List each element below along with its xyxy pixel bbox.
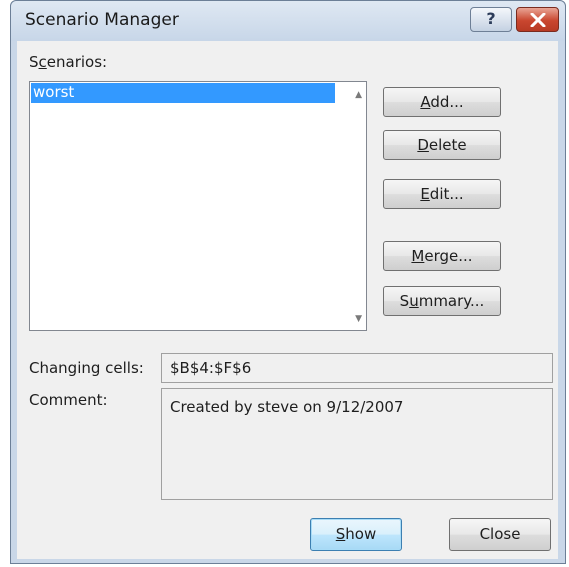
comment-label: Comment:: [29, 391, 108, 409]
scenarios-listbox[interactable]: worst ▲ ▼: [29, 81, 367, 331]
help-button[interactable]: ?: [470, 7, 512, 32]
question-mark-icon: ?: [486, 9, 496, 28]
scenario-manager-dialog: Scenario Manager ? Scenarios: worst ▲ ▼ …: [10, 0, 566, 564]
scenarios-label: Scenarios:: [29, 53, 108, 71]
changing-cells-label: Changing cells:: [29, 359, 144, 377]
show-button[interactable]: Show: [310, 518, 402, 551]
delete-button[interactable]: Delete: [383, 130, 501, 160]
add-button[interactable]: Add...: [383, 87, 501, 117]
scroll-down-arrow-icon[interactable]: ▼: [355, 314, 362, 324]
scroll-up-arrow-icon[interactable]: ▲: [355, 90, 362, 100]
window-close-button[interactable]: [516, 7, 559, 32]
comment-field: Created by steve on 9/12/2007: [161, 388, 553, 500]
x-close-icon: [530, 13, 546, 27]
dialog-client-area: Scenarios: worst ▲ ▼ Add... Delete Edit.…: [17, 41, 558, 559]
changing-cells-field: $B$4:$F$6: [161, 353, 553, 383]
window-title: Scenario Manager: [25, 10, 179, 30]
merge-button[interactable]: Merge...: [383, 241, 501, 271]
summary-button[interactable]: Summary...: [383, 286, 501, 316]
close-button[interactable]: Close: [449, 518, 551, 551]
title-bar[interactable]: Scenario Manager ?: [11, 1, 565, 41]
edit-button[interactable]: Edit...: [383, 179, 501, 209]
list-item[interactable]: worst: [31, 83, 335, 103]
